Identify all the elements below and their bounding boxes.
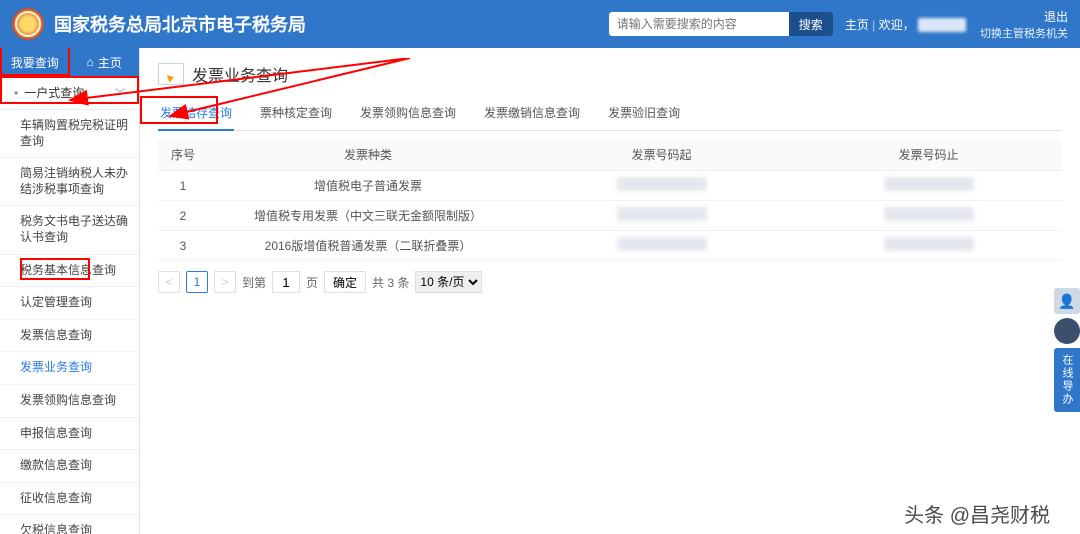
page-head-icon [158, 63, 184, 85]
accordion-label: 一户式查询 [18, 84, 115, 101]
divider-icon: | [872, 18, 875, 32]
sub-tab[interactable]: 发票结存查询 [158, 96, 234, 131]
cell-type: 增值税电子普通发票 [208, 171, 528, 201]
link-home[interactable]: 主页 [845, 18, 869, 32]
search-input[interactable] [609, 12, 789, 36]
user-avatar-icon[interactable]: 👤 [1054, 288, 1080, 314]
sidebar-item[interactable]: 税务基本信息查询 [0, 255, 139, 288]
sidebar-accordion[interactable]: • 一户式查询 ﹀ [0, 76, 139, 110]
cell-code-to [795, 171, 1062, 201]
col-code-from: 发票号码起 [528, 139, 795, 171]
cell-code-from [528, 171, 795, 201]
sidebar-tab-home[interactable]: ⌂ 主页 [70, 48, 140, 76]
pager: < 1 > 到第 页 确定 共 3 条 10 条/页 [158, 271, 1062, 293]
sidebar-tab-home-label: 主页 [98, 54, 122, 71]
pager-prev-button[interactable]: < [158, 271, 180, 293]
sidebar-item[interactable]: 发票信息查询 [0, 320, 139, 353]
app-title: 国家税务总局北京市电子税务局 [54, 11, 609, 37]
sidebar-item[interactable]: 认定管理查询 [0, 287, 139, 320]
cell-seq: 3 [158, 231, 208, 261]
right-dock: 👤 在线导办 [1054, 288, 1080, 412]
cell-code-from [528, 201, 795, 231]
pager-next-button[interactable]: > [214, 271, 236, 293]
sidebar-item[interactable]: 简易注销纳税人未办结涉税事项查询 [0, 158, 139, 206]
table-row: 32016版增值税普通发票（二联折叠票） [158, 231, 1062, 261]
welcome-label: 欢迎， [879, 18, 915, 32]
watermark: 头条 @昌尧财税 [904, 499, 1050, 528]
pager-page-1[interactable]: 1 [186, 271, 208, 293]
sidebar-item[interactable]: 征收信息查询 [0, 483, 139, 516]
cell-code-to [795, 231, 1062, 261]
main-content: 发票业务查询 发票结存查询票种核定查询发票领购信息查询发票缴销信息查询发票验旧查… [140, 48, 1080, 534]
sub-tab[interactable]: 发票验旧查询 [606, 96, 682, 130]
sidebar-item[interactable]: 发票业务查询 [0, 352, 139, 385]
sidebar-item[interactable]: 税务文书电子送达确认书查询 [0, 206, 139, 254]
cell-code-from [528, 231, 795, 261]
tax-logo-icon [12, 8, 44, 40]
sidebar-item[interactable]: 申报信息查询 [0, 418, 139, 451]
agent-avatar-icon[interactable] [1054, 318, 1080, 344]
search-button[interactable]: 搜索 [789, 12, 833, 36]
cell-seq: 2 [158, 201, 208, 231]
table-body: 1增值税电子普通发票2增值税专用发票（中文三联无金额限制版）32016版增值税普… [158, 171, 1062, 261]
cell-seq: 1 [158, 171, 208, 201]
sidebar: 我要查询 ⌂ 主页 • 一户式查询 ﹀ 车辆购置税完税证明查询简易注销纳税人未办… [0, 48, 140, 534]
cell-type: 2016版增值税普通发票（二联折叠票） [208, 231, 528, 261]
sidebar-item[interactable]: 缴款信息查询 [0, 450, 139, 483]
chevron-down-icon: ﹀ [115, 85, 125, 100]
sidebar-item[interactable]: 车辆购置税完税证明查询 [0, 110, 139, 158]
sub-tabs: 发票结存查询票种核定查询发票领购信息查询发票缴销信息查询发票验旧查询 [158, 96, 1062, 131]
header-links: 主页 | 欢迎， 退出 切换主管税务机关 [845, 8, 1068, 41]
dock-help-button[interactable]: 在线导办 [1054, 348, 1080, 412]
sub-tab[interactable]: 发票缴销信息查询 [482, 96, 582, 130]
table-row: 2增值税专用发票（中文三联无金额限制版） [158, 201, 1062, 231]
switch-org-link[interactable]: 切换主管税务机关 [980, 25, 1068, 41]
pager-total: 共 3 条 [372, 274, 409, 291]
col-code-to: 发票号码止 [795, 139, 1062, 171]
page-title: 发票业务查询 [192, 62, 288, 86]
cell-type: 增值税专用发票（中文三联无金额限制版） [208, 201, 528, 231]
header-search: 搜索 [609, 12, 833, 36]
pager-size-select[interactable]: 10 条/页 [415, 271, 482, 293]
table-row: 1增值税电子普通发票 [158, 171, 1062, 201]
cursor-arrow-icon [167, 73, 175, 83]
pager-to-label: 到第 [242, 274, 266, 291]
app-header: 国家税务总局北京市电子税务局 搜索 主页 | 欢迎， 退出 切换主管税务机关 [0, 0, 1080, 48]
table-header-row: 序号 发票种类 发票号码起 发票号码止 [158, 139, 1062, 171]
user-name-masked [918, 18, 966, 32]
logout-link[interactable]: 退出 [1044, 8, 1068, 25]
home-icon: ⌂ [87, 55, 94, 69]
sidebar-list: 车辆购置税完税证明查询简易注销纳税人未办结涉税事项查询税务文书电子送达确认书查询… [0, 110, 139, 534]
sidebar-item[interactable]: 发票领购信息查询 [0, 385, 139, 418]
col-type: 发票种类 [208, 139, 528, 171]
sub-tab[interactable]: 票种核定查询 [258, 96, 334, 130]
pager-page-input[interactable] [272, 271, 300, 293]
sidebar-tab-query[interactable]: 我要查询 [0, 48, 70, 76]
cell-code-to [795, 201, 1062, 231]
col-seq: 序号 [158, 139, 208, 171]
sub-tab[interactable]: 发票领购信息查询 [358, 96, 458, 130]
pager-confirm-button[interactable]: 确定 [324, 271, 366, 293]
sidebar-item[interactable]: 欠税信息查询 [0, 515, 139, 534]
data-table: 序号 发票种类 发票号码起 发票号码止 1增值税电子普通发票2增值税专用发票（中… [158, 139, 1062, 261]
pager-page-unit: 页 [306, 274, 318, 291]
